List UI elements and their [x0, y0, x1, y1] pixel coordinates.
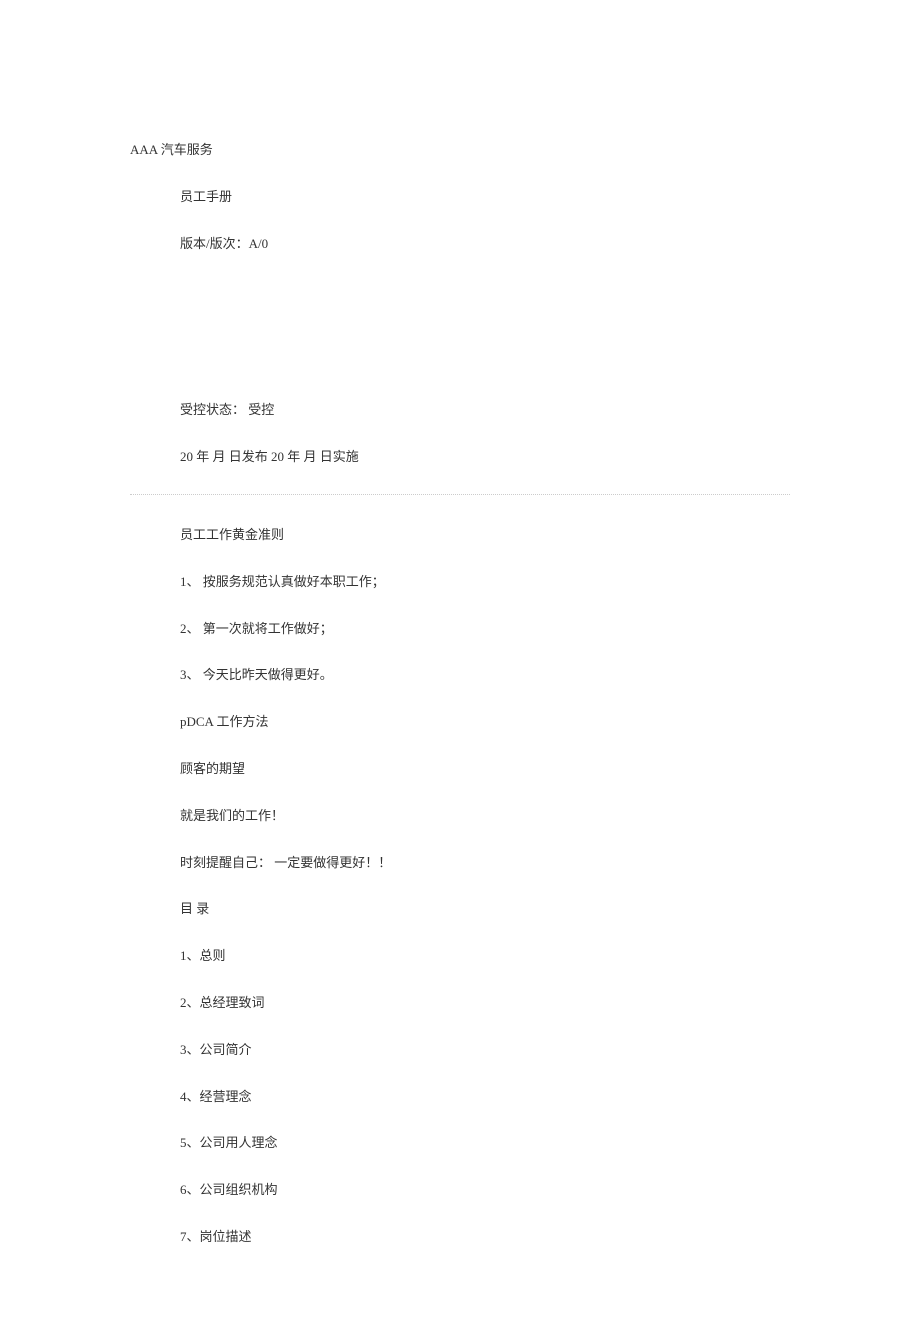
principle-item: 1、 按服务规范认真做好本职工作； [130, 572, 790, 593]
toc-item: 5、公司用人理念 [130, 1133, 790, 1154]
toc-item: 7、岗位描述 [130, 1227, 790, 1248]
version-info: 版本/版次：A/0 [130, 234, 790, 255]
control-status: 受控状态： 受控 [130, 400, 790, 421]
issue-date: 20 年 月 日发布 20 年 月 日实施 [130, 447, 790, 468]
pdca-title: pDCA 工作方法 [130, 712, 790, 733]
pdca-line: 就是我们的工作！ [130, 806, 790, 827]
principles-title: 员工工作黄金准则 [130, 525, 790, 546]
toc-item: 1、总则 [130, 946, 790, 967]
document-title: 员工手册 [130, 187, 790, 208]
pdca-reminder: 时刻提醒自己： 一定要做得更好！！ [130, 853, 790, 874]
toc-item: 4、经营理念 [130, 1087, 790, 1108]
toc-item: 6、公司组织机构 [130, 1180, 790, 1201]
pdca-line: 顾客的期望 [130, 759, 790, 780]
spacer [130, 280, 790, 400]
toc-title: 目 录 [130, 899, 790, 920]
principle-item: 3、 今天比昨天做得更好。 [130, 665, 790, 686]
separator [130, 494, 790, 495]
principle-item: 2、 第一次就将工作做好； [130, 619, 790, 640]
toc-item: 2、总经理致词 [130, 993, 790, 1014]
company-name: AAA 汽车服务 [130, 140, 790, 161]
toc-item: 3、公司简介 [130, 1040, 790, 1061]
